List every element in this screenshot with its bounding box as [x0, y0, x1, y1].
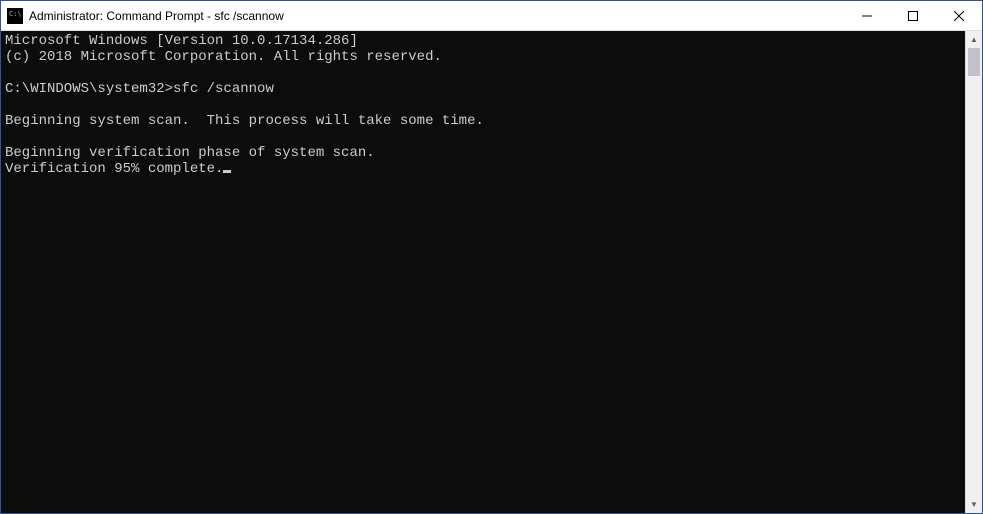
- console-line: Beginning verification phase of system s…: [5, 145, 375, 161]
- scroll-up-arrow-icon[interactable]: ▲: [966, 31, 982, 48]
- close-button[interactable]: [936, 1, 982, 30]
- close-icon: [954, 11, 964, 21]
- console-line: Microsoft Windows [Version 10.0.17134.28…: [5, 33, 358, 49]
- window-controls: [844, 1, 982, 30]
- console-line: (c) 2018 Microsoft Corporation. All righ…: [5, 49, 442, 65]
- text-cursor: [223, 170, 231, 173]
- minimize-icon: [862, 11, 872, 21]
- console-line: Verification 95% complete.: [5, 161, 223, 177]
- window-title: Administrator: Command Prompt - sfc /sca…: [29, 9, 284, 23]
- title-left: Administrator: Command Prompt - sfc /sca…: [7, 8, 284, 24]
- content-wrap: Microsoft Windows [Version 10.0.17134.28…: [1, 31, 982, 513]
- scroll-down-arrow-icon[interactable]: ▼: [966, 496, 982, 513]
- vertical-scrollbar[interactable]: ▲ ▼: [965, 31, 982, 513]
- console-output[interactable]: Microsoft Windows [Version 10.0.17134.28…: [1, 31, 965, 513]
- minimize-button[interactable]: [844, 1, 890, 30]
- maximize-icon: [908, 11, 918, 21]
- maximize-button[interactable]: [890, 1, 936, 30]
- scroll-track[interactable]: [966, 48, 982, 496]
- console-prompt-line: C:\WINDOWS\system32>sfc /scannow: [5, 81, 274, 97]
- cmd-icon: [7, 8, 23, 24]
- scroll-thumb[interactable]: [968, 48, 980, 76]
- title-bar[interactable]: Administrator: Command Prompt - sfc /sca…: [1, 1, 982, 31]
- console-line: Beginning system scan. This process will…: [5, 113, 484, 129]
- window: Administrator: Command Prompt - sfc /sca…: [0, 0, 983, 514]
